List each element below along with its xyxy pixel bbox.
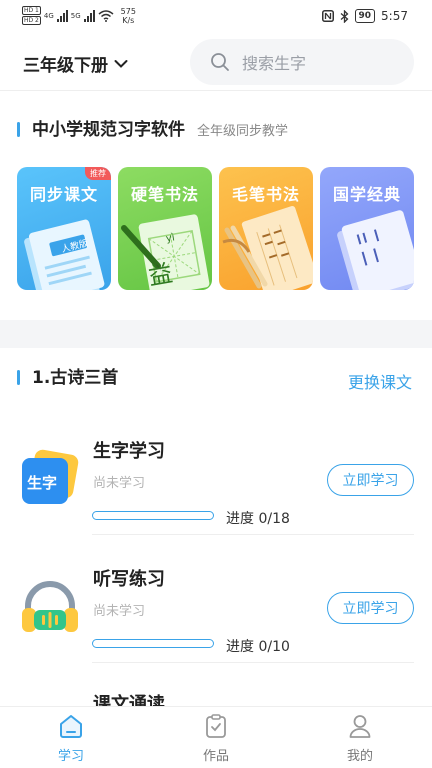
chevron-down-icon — [114, 59, 128, 68]
card-sync-textbook[interactable]: 同步课文 推荐 人教版 — [17, 167, 111, 290]
card-label: 同步课文 — [29, 185, 98, 204]
tab-label: 学习 — [57, 749, 84, 764]
item-title: 生字学习 — [93, 441, 165, 462]
brush-illustration-icon — [222, 206, 313, 290]
card-label: 国学经典 — [332, 185, 401, 204]
network-speed: 575 K/s — [120, 6, 136, 25]
card-hard-pen[interactable]: 硬笔书法 益 yì — [118, 167, 212, 290]
grade-selector[interactable]: 三年级下册 — [23, 51, 128, 76]
start-study-button[interactable]: 立即学习 — [327, 464, 414, 496]
home-icon — [60, 715, 82, 738]
network-type-2: 5G — [70, 11, 81, 20]
lesson-title: 1.古诗三首 — [32, 368, 119, 388]
section-gap — [0, 320, 432, 348]
headphones-icon — [20, 578, 80, 638]
classics-book-illustration-icon — [337, 210, 414, 290]
tab-label: 我的 — [346, 749, 373, 764]
section-accent-bar — [17, 122, 20, 137]
section-accent-bar — [17, 370, 20, 385]
progress-bar — [92, 511, 214, 520]
clipboard-check-icon — [206, 714, 226, 738]
item-divider — [92, 662, 414, 663]
hd1-indicator: HD 1 — [22, 6, 41, 15]
search-placeholder: 搜索生字 — [242, 54, 307, 73]
nfc-icon — [321, 10, 334, 22]
battery-indicator: 90 — [354, 9, 376, 23]
change-lesson-button[interactable]: 更换课文 — [348, 369, 412, 393]
tab-works[interactable]: 作品 — [176, 713, 256, 764]
hd2-indicator: HD 2 — [22, 16, 41, 25]
card-brush-calligraphy[interactable]: 毛笔书法 — [219, 167, 313, 290]
network-type-1: 4G — [43, 11, 54, 20]
pinyin-label: yì — [165, 232, 176, 245]
status-bar: HD 1 HD 2 4G 5G 575 K/s 90 5:57 — [0, 0, 432, 34]
item-title: 听写练习 — [93, 569, 165, 590]
shengzi-icon-text: 生字 — [27, 474, 58, 492]
tab-profile[interactable]: 我的 — [320, 713, 400, 764]
wifi-icon — [98, 9, 114, 22]
progress-bar — [92, 639, 214, 648]
tab-label: 作品 — [202, 749, 229, 764]
item-divider — [92, 534, 414, 535]
item-status: 尚未学习 — [93, 604, 146, 619]
clock: 5:57 — [381, 9, 408, 23]
card-label: 毛笔书法 — [231, 185, 300, 204]
app-section-title: 中小学规范习字软件 — [32, 120, 185, 140]
user-icon — [349, 715, 371, 738]
signal-icon — [56, 9, 68, 22]
tab-study[interactable]: 学习 — [31, 713, 111, 764]
app-section-subtitle: 全年级同步教学 — [197, 124, 289, 139]
lesson-header: 1.古诗三首 — [17, 363, 118, 388]
signal-icon-2 — [83, 9, 95, 22]
bluetooth-icon — [340, 9, 348, 23]
progress-text: 进度 0/10 — [226, 639, 290, 655]
header-divider — [0, 90, 432, 91]
item-status: 尚未学习 — [93, 476, 146, 491]
recommend-badge: 推荐 — [85, 167, 111, 180]
card-label: 硬笔书法 — [130, 185, 199, 204]
shengzi-icon: 生字 — [20, 448, 80, 508]
bottom-tab-bar: 学习 作品 我的 — [0, 706, 432, 768]
progress-text: 进度 0/18 — [226, 511, 290, 527]
start-study-button[interactable]: 立即学习 — [327, 592, 414, 624]
card-classics[interactable]: 国学经典 — [320, 167, 414, 290]
search-icon — [211, 53, 229, 71]
grade-label: 三年级下册 — [23, 56, 108, 76]
app-section-header: 中小学规范习字软件 全年级同步教学 — [17, 115, 288, 140]
top-header: 三年级下册 搜索生字 — [0, 34, 432, 90]
search-bar[interactable]: 搜索生字 — [190, 39, 414, 85]
